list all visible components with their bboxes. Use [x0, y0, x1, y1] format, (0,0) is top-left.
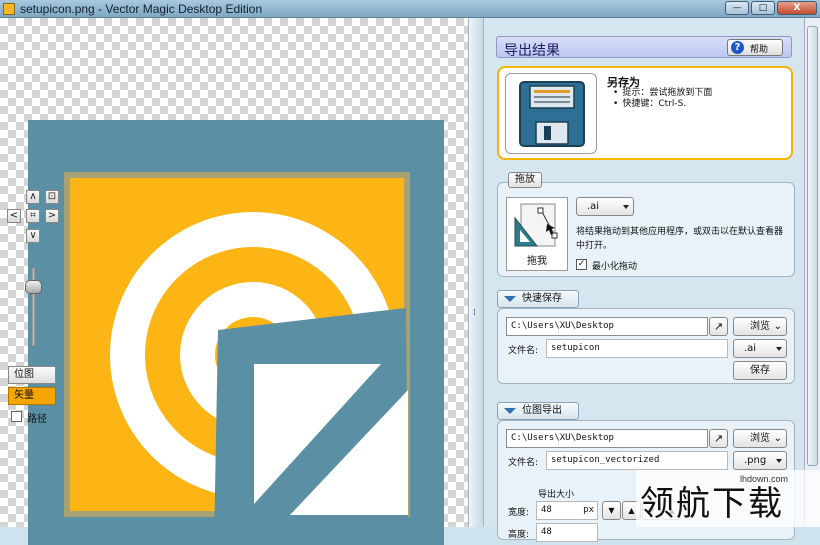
vectorized-artwork[interactable] — [28, 120, 444, 545]
window-controls: — □ X — [725, 1, 817, 15]
save-as-tip: 提示：尝试拖放到下面 — [613, 88, 712, 99]
bitmap-export-filename-input[interactable]: setupicon_vectorized — [546, 451, 728, 470]
view-vector-button[interactable]: 矢量 — [8, 387, 56, 405]
watermark-site: lhdown.com — [740, 474, 789, 484]
path-checkbox-label: 路径 — [27, 414, 47, 425]
bitmap-export-format-dropdown[interactable]: .png — [733, 451, 787, 470]
title-bar: setupicon.png - Vector Magic Desktop Edi… — [0, 0, 820, 18]
center-button[interactable]: ⌗ — [26, 209, 40, 223]
pan-right-button[interactable]: > — [45, 209, 59, 223]
chevron-down-icon — [776, 459, 782, 463]
panel-title: 导出结果 — [504, 43, 560, 59]
bitmap-export-browse-label: 浏览 — [750, 433, 770, 444]
quick-save-tab[interactable]: 快速保存 — [497, 290, 579, 308]
quick-save-format-value: .ai — [744, 343, 757, 354]
pan-up-button[interactable]: ∧ — [26, 190, 40, 204]
help-icon: ? — [731, 41, 744, 54]
height-label: 高度: — [508, 530, 530, 540]
quick-save-button[interactable]: 保存 — [733, 361, 787, 380]
drag-group-tab: 拖放 — [508, 172, 542, 188]
quick-save-tab-label: 快速保存 — [522, 293, 562, 304]
bitmap-export-tab[interactable]: 位图导出 — [497, 402, 579, 420]
chevron-down-icon: ⌄ — [773, 433, 782, 444]
quick-save-browse-label: 浏览 — [750, 321, 770, 332]
quick-save-format-dropdown[interactable]: .ai — [733, 339, 787, 358]
drag-me-button[interactable]: 拖我 — [506, 197, 568, 271]
drag-format-value: .ai — [587, 201, 600, 212]
save-as-shortcut: 快捷键：Ctrl-S. — [613, 99, 712, 110]
height-input[interactable]: 48 — [536, 523, 598, 542]
open-folder-icon[interactable]: ↗ — [709, 317, 728, 336]
drag-format-dropdown[interactable]: .ai — [576, 197, 634, 216]
save-as-tips: 提示：尝试拖放到下面 快捷键：Ctrl-S. — [613, 88, 712, 110]
pan-down-button[interactable]: ∨ — [26, 229, 40, 243]
quick-save-browse-button[interactable]: 浏览 ⌄ — [733, 317, 787, 336]
width-input[interactable]: 48 px — [536, 501, 598, 520]
drag-group: 拖我 .ai 将结果拖动到其他应用程序，或双击以在默认查看器中打开。 ✓ 最小化… — [497, 182, 795, 277]
close-button[interactable]: X — [777, 1, 817, 15]
width-value: 48 — [541, 505, 552, 515]
collapse-arrow-icon — [504, 296, 516, 302]
open-folder-icon[interactable]: ↗ — [709, 429, 728, 448]
chevron-down-icon: ⌄ — [773, 321, 782, 332]
image-canvas[interactable] — [0, 18, 468, 545]
minimize-drag-label: 最小化拖动 — [592, 262, 638, 272]
chevron-down-icon — [776, 347, 782, 351]
width-unit: px — [583, 505, 594, 515]
floppy-disk-icon[interactable] — [505, 73, 597, 154]
panel-scrollbar[interactable] — [804, 18, 820, 527]
bitmap-export-format-value: .png — [744, 455, 767, 466]
quick-save-group: C:\Users\XU\Desktop ↗ 浏览 ⌄ 文件名: setupico… — [497, 308, 795, 384]
help-button[interactable]: ? 帮助 — [727, 39, 783, 56]
view-mode-selector: 位图 矢量 路径 — [8, 366, 58, 428]
bitmap-export-browse-button[interactable]: 浏览 ⌄ — [733, 429, 787, 448]
splitter-grip-icon: ⁞ — [473, 308, 476, 318]
bitmap-export-filename-label: 文件名: — [508, 458, 539, 468]
bitmap-export-path[interactable]: C:\Users\XU\Desktop — [506, 429, 708, 448]
width-decrease-button[interactable]: ▼ — [602, 501, 621, 520]
zoom-slider-thumb[interactable] — [25, 280, 42, 294]
collapse-arrow-icon — [504, 408, 516, 414]
view-bitmap-button[interactable]: 位图 — [8, 366, 56, 384]
bitmap-export-tab-label: 位图导出 — [522, 405, 562, 416]
vector-drag-icon — [514, 203, 558, 247]
minimize-button[interactable]: — — [725, 1, 749, 15]
panel-splitter[interactable]: ⁞ — [468, 18, 484, 527]
zoom-fit-button[interactable]: ⊡ — [45, 190, 59, 204]
maximize-button[interactable]: □ — [751, 1, 775, 15]
chevron-down-icon — [623, 205, 629, 209]
quick-save-filename-input[interactable]: setupicon — [546, 339, 728, 358]
panel-header: 导出结果 ? 帮助 — [496, 36, 792, 59]
save-as-card[interactable]: 另存为 提示：尝试拖放到下面 快捷键：Ctrl-S. — [497, 66, 793, 160]
window-title: setupicon.png - Vector Magic Desktop Edi… — [20, 2, 263, 16]
drag-me-label: 拖我 — [527, 256, 547, 267]
path-checkbox[interactable] — [11, 411, 22, 422]
pan-left-button[interactable]: < — [7, 209, 21, 223]
width-label: 宽度: — [508, 508, 530, 518]
quick-save-filename-label: 文件名: — [508, 346, 539, 356]
app-icon — [3, 3, 15, 15]
scrollbar-thumb[interactable] — [807, 26, 818, 466]
export-panel: 导出结果 ? 帮助 另存为 提示：尝试拖放到下面 快捷键：Ctrl-S. — [484, 18, 820, 542]
drag-description: 将结果拖动到其他应用程序，或双击以在默认查看器中打开。 — [576, 227, 784, 251]
help-label: 帮助 — [750, 45, 769, 55]
export-size-label: 导出大小 — [538, 490, 575, 500]
minimize-drag-checkbox[interactable]: ✓ — [576, 259, 587, 270]
quick-save-path[interactable]: C:\Users\XU\Desktop — [506, 317, 708, 336]
